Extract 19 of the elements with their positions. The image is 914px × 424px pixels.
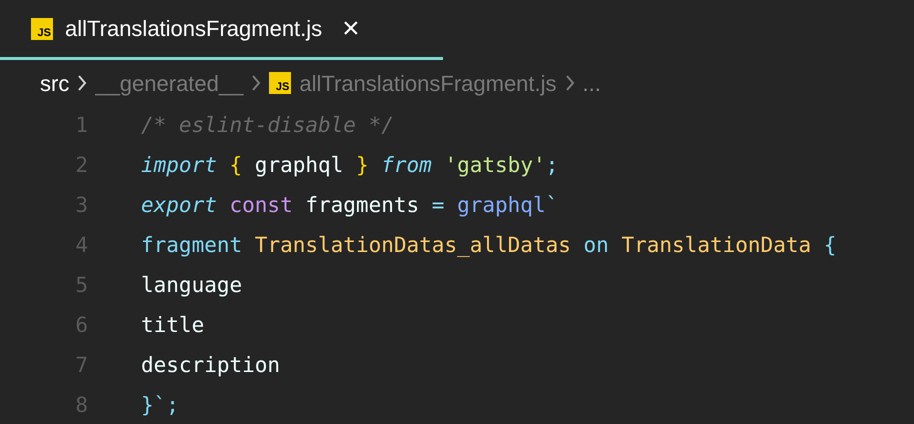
code-line: language <box>141 272 242 300</box>
code-line: import { graphql } from 'gatsby'; <box>141 152 558 180</box>
tab-title: allTranslationsFragment.js <box>65 15 322 43</box>
breadcrumb-item[interactable]: allTranslationsFragment.js <box>299 66 557 100</box>
breadcrumb-item[interactable]: __generated__ <box>95 66 244 100</box>
javascript-file-icon: JS <box>31 18 53 40</box>
code-line: /* eslint-disable */ <box>141 112 394 140</box>
code-line: title <box>141 312 204 340</box>
chevron-right-icon <box>564 74 575 92</box>
chevron-right-icon <box>251 74 262 92</box>
close-icon[interactable]: × <box>342 14 360 44</box>
code-line: export const fragments = graphql` <box>141 192 558 220</box>
chevron-right-icon <box>77 74 88 92</box>
code-line: }`; <box>141 392 179 420</box>
code-line: description <box>141 352 280 380</box>
javascript-file-icon: JS <box>269 72 292 94</box>
breadcrumb-item[interactable]: src <box>40 66 70 100</box>
code-line: fragment TranslationDatas_allDatas on TranslationData { <box>141 232 836 260</box>
more-breadcrumbs[interactable]: ... <box>582 66 601 100</box>
